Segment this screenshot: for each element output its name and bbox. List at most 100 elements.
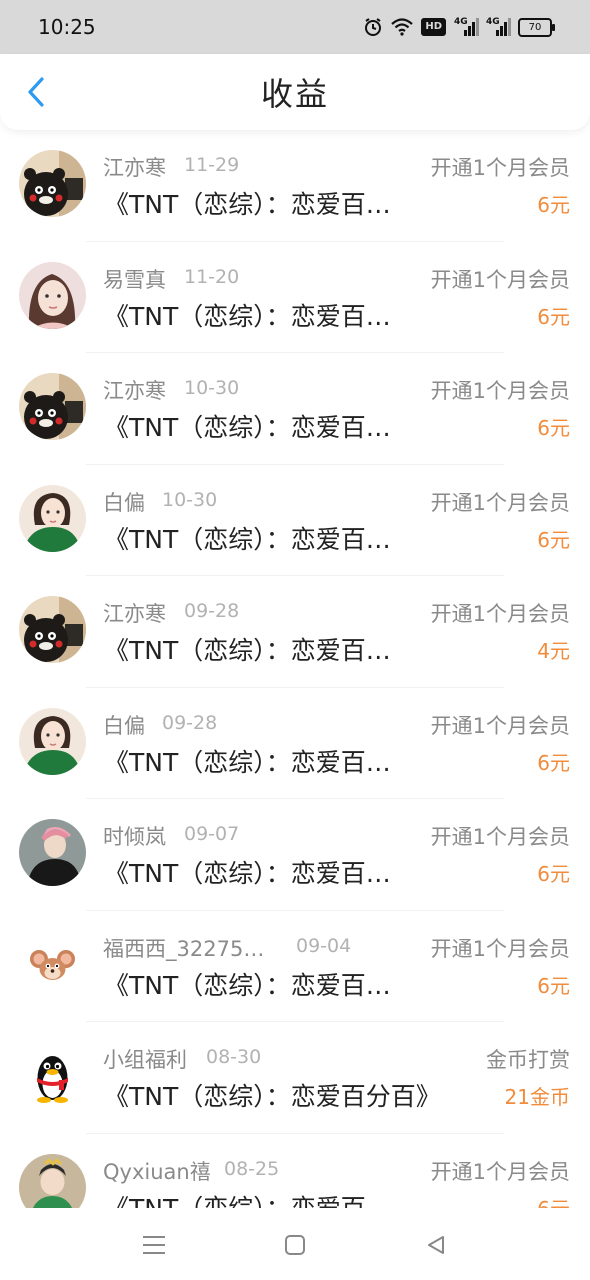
user-name: Qyxiuan禧 [103, 1159, 211, 1184]
chevron-left-icon [28, 77, 44, 107]
boy-pink-hat-avatar-icon [19, 819, 86, 886]
earning-amount: 6元 [537, 416, 570, 440]
square-icon [285, 1235, 305, 1255]
earning-amount: 6元 [537, 973, 570, 998]
hd-icon: HD [421, 18, 446, 36]
earning-type: 开通1个月会员 [430, 602, 570, 626]
record-date: 11-29 [184, 154, 240, 176]
signal-icon-2: 4G [486, 17, 511, 37]
product-title: 《TNT（恋综）：恋爱百… [104, 413, 391, 442]
status-icons: HD 4G 4G 70 [363, 17, 555, 37]
system-nav-bar [0, 1208, 590, 1280]
qq-penguin-icon [19, 1042, 86, 1109]
earning-amount: 4元 [537, 639, 570, 663]
wifi-icon [391, 18, 414, 36]
avatar [19, 484, 86, 552]
list-item[interactable]: 小组福利 08-30 《TNT（恋综）：恋爱百分百》 金币打赏 21金币 [0, 1022, 590, 1134]
avatar [19, 819, 86, 886]
earning-type: 开通1个月会员 [430, 379, 570, 403]
user-name: 时倾岚 [103, 825, 166, 849]
page-title: 收益 [260, 75, 329, 113]
avatar [19, 261, 86, 329]
user-name: 江亦寒 [103, 602, 166, 626]
list-item[interactable]: 福西西_322757… 09-04 《TNT（恋综）：恋爱百… 开通1个月会员 … [0, 911, 590, 1022]
jerry-mouse-avatar-icon [19, 930, 86, 998]
earning-type: 开通1个月会员 [430, 156, 570, 180]
user-name: 白偏 [103, 490, 145, 515]
status-bar: 10:25 HD 4G 4G 70 [0, 0, 590, 54]
record-date: 09-07 [184, 823, 240, 845]
record-date: 08-25 [224, 1157, 280, 1180]
list-item[interactable]: 时倾岚 09-07 《TNT（恋综）：恋爱百… 开通1个月会员 6元 [0, 799, 590, 911]
back-nav-button[interactable] [421, 1230, 451, 1260]
product-title: 《TNT（恋综）：恋爱百… [104, 301, 391, 331]
earning-type: 开通1个月会员 [430, 267, 570, 292]
girl-green-avatar-icon [19, 484, 86, 552]
user-name: 小组福利 [103, 1048, 187, 1072]
kumamon-avatar-icon [19, 373, 86, 440]
record-date: 11-20 [184, 265, 240, 288]
user-name: 江亦寒 [103, 379, 166, 403]
avatar [19, 1153, 86, 1208]
record-date: 10-30 [184, 377, 240, 399]
earning-amount: 6元 [537, 1193, 570, 1209]
avatar [19, 707, 86, 775]
avatar [19, 150, 86, 217]
earning-type: 开通1个月会员 [430, 1159, 570, 1184]
earning-type: 金币打赏 [486, 1048, 570, 1072]
back-button[interactable] [18, 74, 54, 110]
product-title: 《TNT（恋综）：恋爱百分百》 [104, 1082, 441, 1111]
user-name: 福西西_322757… [103, 936, 273, 961]
boy-green-avatar-icon [19, 1153, 86, 1208]
network-type-1: 4G [454, 17, 468, 27]
product-title: 《TNT（恋综）：恋爱百… [104, 524, 391, 554]
signal-icon-1: 4G [454, 17, 479, 37]
record-date: 10-30 [162, 488, 218, 511]
triangle-back-icon [428, 1236, 444, 1254]
user-name: 易雪真 [103, 267, 166, 292]
girl-avatar-icon [19, 261, 86, 329]
product-title: 《TNT（恋综）：恋爱百… [104, 1193, 391, 1209]
avatar [19, 596, 86, 663]
battery-icon: 70 [518, 17, 555, 37]
list-item[interactable]: 江亦寒 11-29 《TNT（恋综）：恋爱百… 开通1个月会员 6元 [0, 130, 590, 242]
status-time: 10:25 [38, 15, 96, 39]
list-item[interactable]: Qyxiuan禧 08-25 《TNT（恋综）：恋爱百… 开通1个月会员 6元 [0, 1134, 590, 1209]
girl-green-avatar-icon [19, 707, 86, 775]
list-item[interactable]: 易雪真 11-20 《TNT（恋综）：恋爱百… 开通1个月会员 6元 [0, 242, 590, 353]
earnings-list[interactable]: 江亦寒 11-29 《TNT（恋综）：恋爱百… 开通1个月会员 6元 易雪真 1… [0, 130, 590, 1208]
earning-amount: 6元 [537, 304, 570, 329]
earning-type: 开通1个月会员 [430, 713, 570, 738]
user-name: 白偏 [103, 713, 145, 738]
alarm-icon [363, 17, 383, 37]
earning-amount: 6元 [537, 527, 570, 552]
record-date: 09-04 [296, 934, 352, 957]
earning-amount: 6元 [537, 862, 570, 886]
product-title: 《TNT（恋综）：恋爱百… [104, 190, 391, 219]
avatar [19, 373, 86, 440]
record-date: 09-28 [162, 711, 218, 734]
earning-amount: 21金币 [504, 1085, 570, 1109]
product-title: 《TNT（恋综）：恋爱百… [104, 859, 391, 888]
menu-icon [143, 1236, 165, 1254]
record-date: 08-30 [206, 1046, 262, 1068]
menu-button[interactable] [139, 1230, 169, 1260]
list-item[interactable]: 江亦寒 10-30 《TNT（恋综）：恋爱百… 开通1个月会员 6元 [0, 353, 590, 465]
list-item[interactable]: 白偏 10-30 《TNT（恋综）：恋爱百… 开通1个月会员 6元 [0, 465, 590, 576]
list-item[interactable]: 江亦寒 09-28 《TNT（恋综）：恋爱百… 开通1个月会员 4元 [0, 576, 590, 688]
list-item[interactable]: 白偏 09-28 《TNT（恋综）：恋爱百… 开通1个月会员 6元 [0, 688, 590, 799]
network-type-2: 4G [486, 17, 500, 27]
avatar [19, 1042, 86, 1109]
kumamon-avatar-icon [19, 596, 86, 663]
earning-type: 开通1个月会员 [430, 825, 570, 849]
earning-type: 开通1个月会员 [430, 490, 570, 515]
user-name: 江亦寒 [103, 156, 166, 180]
home-button[interactable] [280, 1230, 310, 1260]
product-title: 《TNT（恋综）：恋爱百… [104, 747, 391, 777]
kumamon-avatar-icon [19, 150, 86, 217]
product-title: 《TNT（恋综）：恋爱百… [104, 636, 391, 665]
page-header: 收益 [0, 54, 590, 130]
earning-amount: 6元 [537, 193, 570, 217]
avatar [19, 930, 86, 998]
earning-type: 开通1个月会员 [430, 936, 570, 961]
